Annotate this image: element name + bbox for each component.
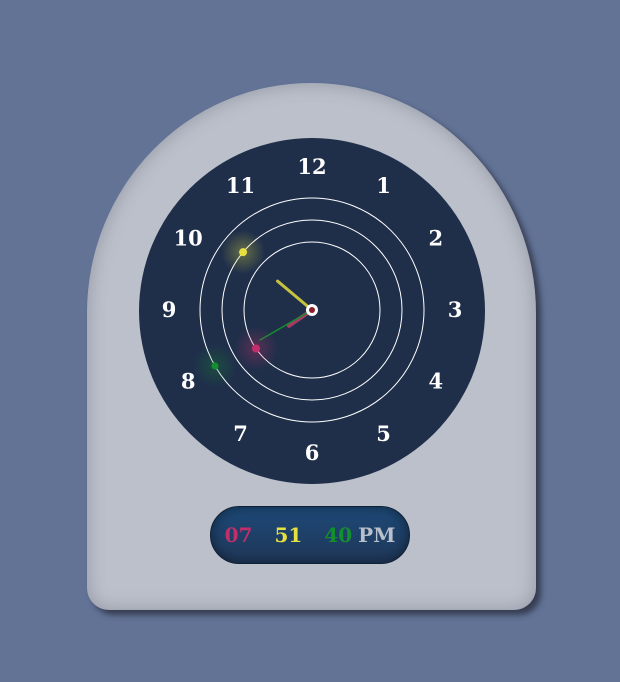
clock-app: 12 1 2 3 4 5 6 7 8 9 10 11 07 51 40 PM (0, 0, 620, 682)
second-marker-dot (211, 362, 219, 370)
numeral-10: 10 (174, 226, 203, 251)
numeral-5: 5 (376, 421, 391, 446)
dial-face: 121234567891011 (162, 154, 463, 465)
analog-dial: 12 1 2 3 4 5 6 7 8 9 10 11 (139, 138, 485, 484)
hour-marker-dot (251, 344, 260, 353)
numeral-6: 6 (305, 440, 320, 465)
digital-seconds: 40 (324, 523, 353, 547)
minute-hand (276, 279, 314, 312)
numeral-7: 7 (233, 421, 248, 446)
digital-minutes: 51 (274, 523, 303, 547)
center-pin (309, 307, 315, 313)
numeral-2: 2 (429, 226, 444, 251)
digital-hours: 07 (224, 523, 253, 547)
numeral-4: 4 (429, 369, 444, 394)
numeral-11: 11 (226, 173, 255, 198)
numeral-12: 12 (297, 154, 326, 179)
numeral-3: 3 (448, 297, 463, 322)
numeral-8: 8 (181, 369, 196, 394)
numeral-1: 1 (376, 173, 391, 198)
numeral-9: 9 (162, 297, 177, 322)
minute-marker-dot (239, 248, 248, 257)
digital-ampm: PM (358, 523, 396, 547)
digital-display: 07 51 40 PM (210, 506, 410, 564)
